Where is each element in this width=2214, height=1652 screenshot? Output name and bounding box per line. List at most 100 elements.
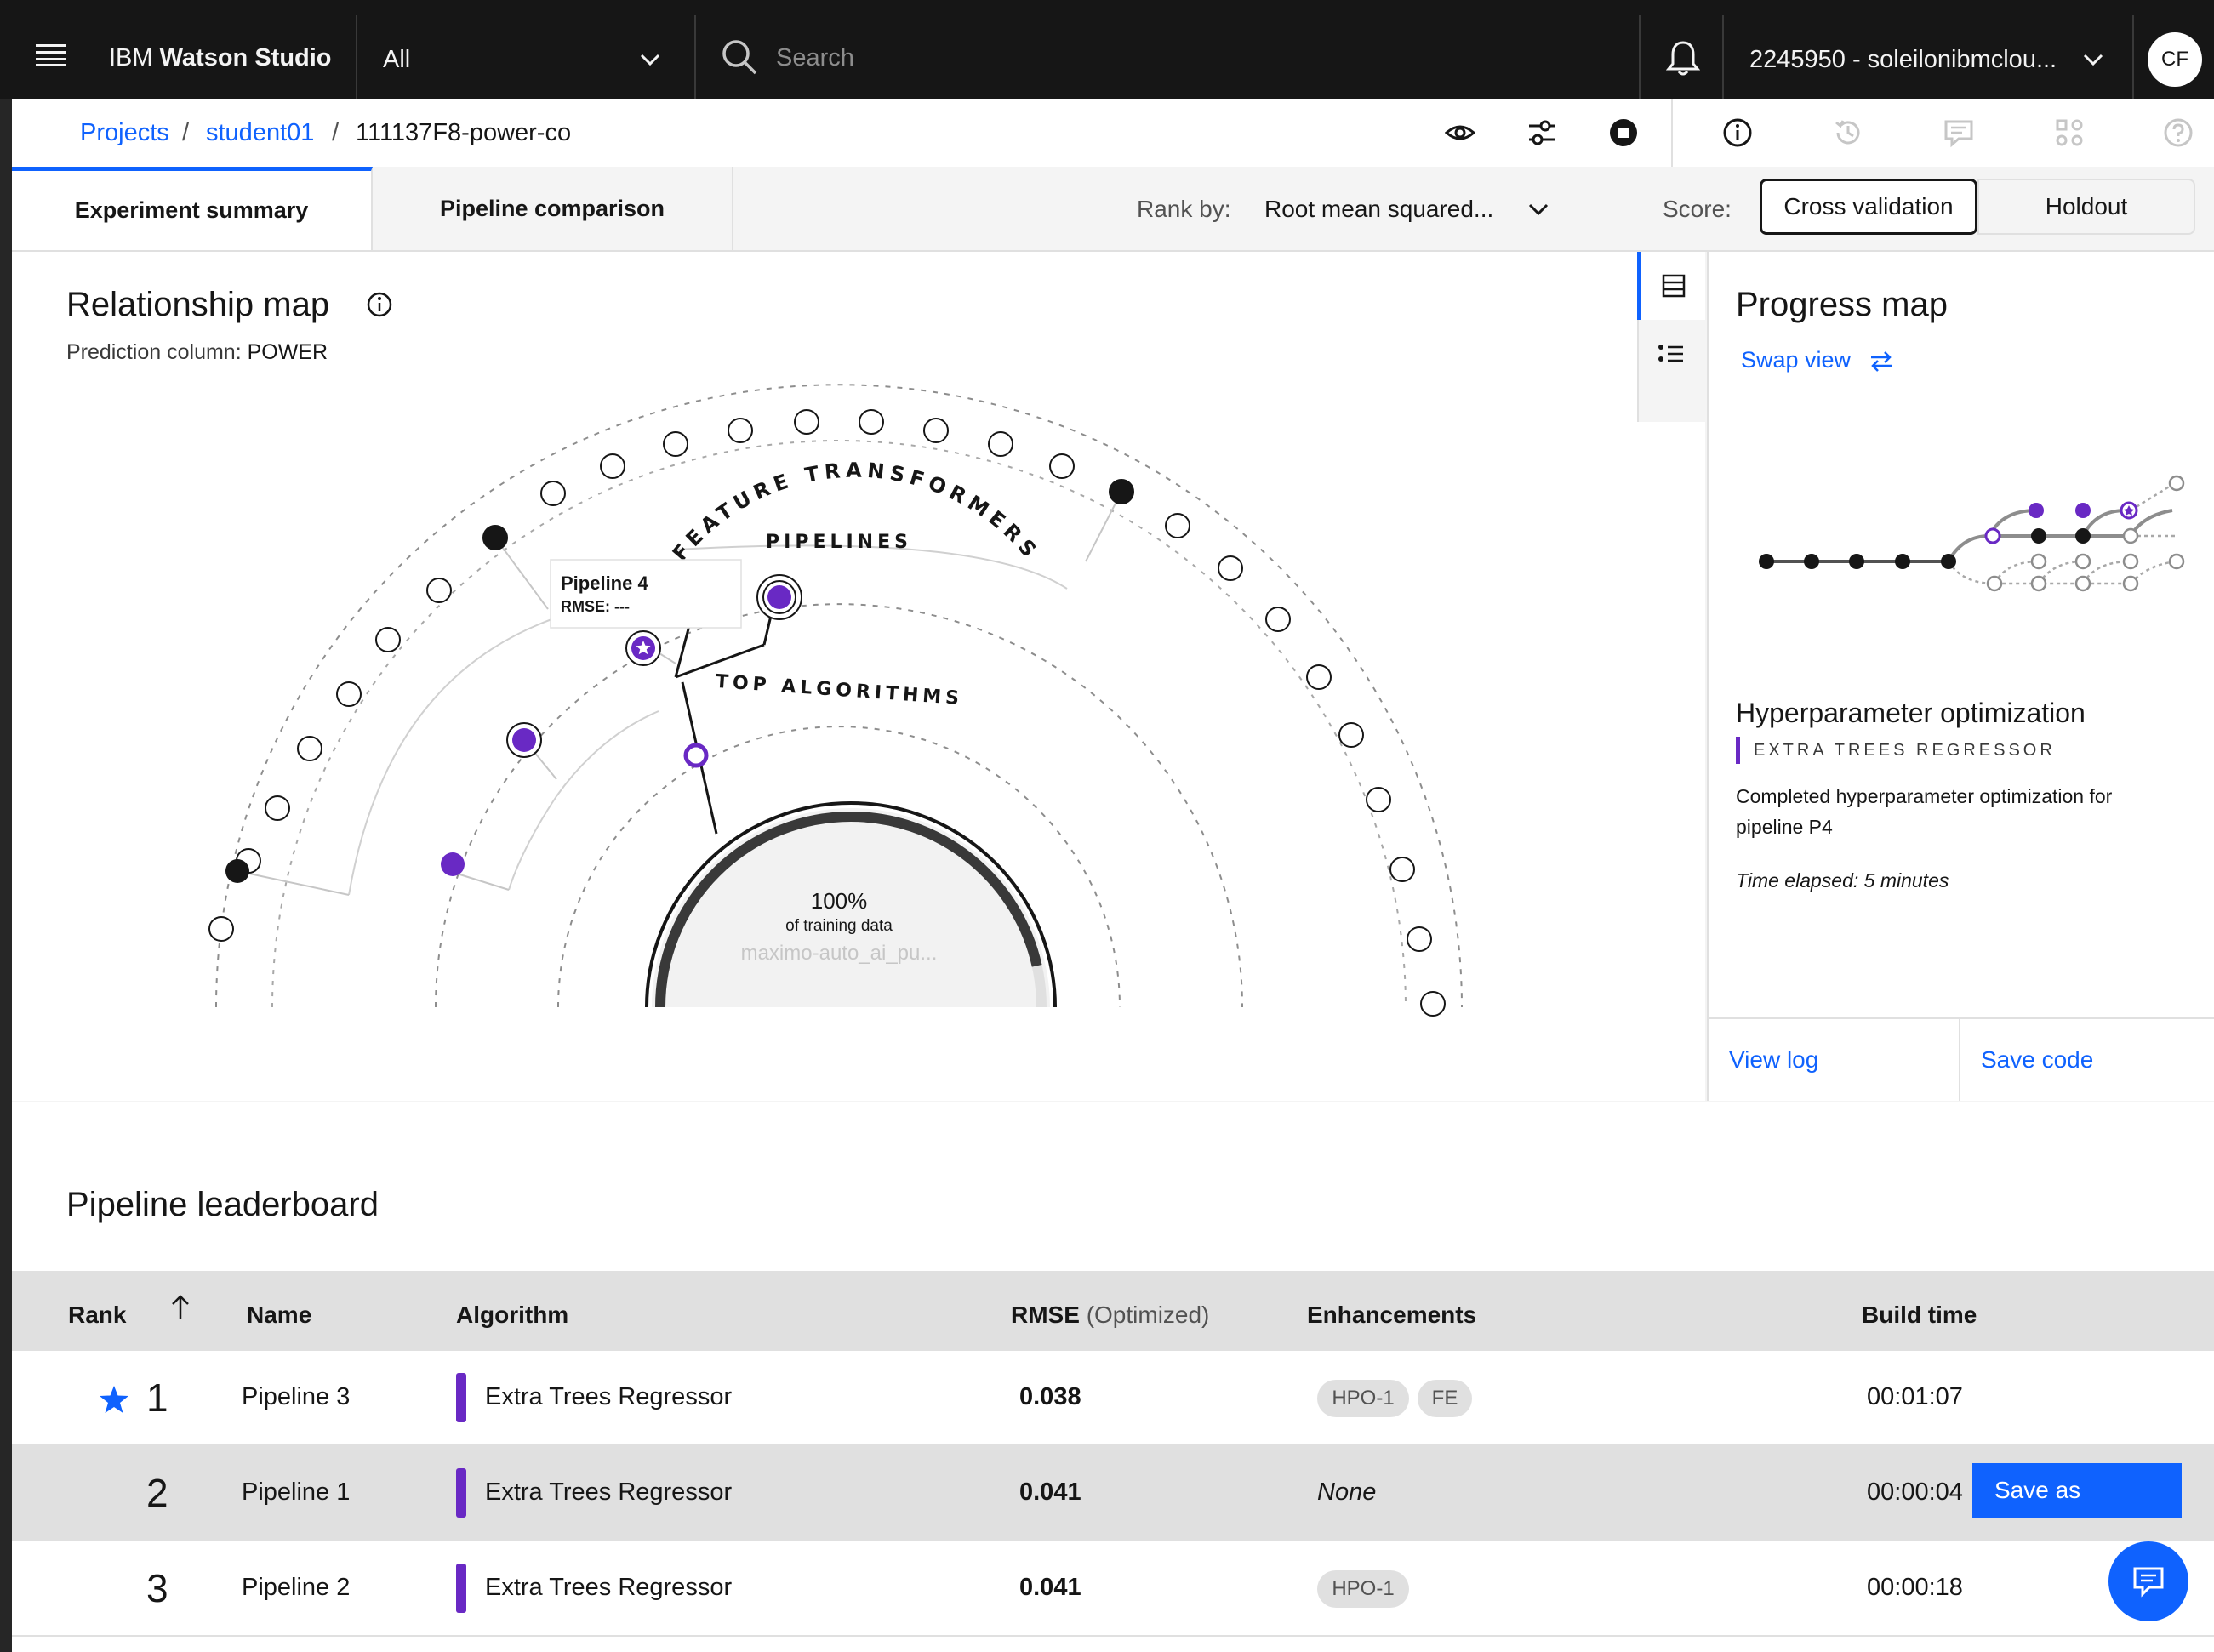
save-as-button[interactable]: Save as [1972,1463,2182,1518]
enhancement-tag: FE [1418,1380,1472,1417]
stop-icon[interactable] [1608,117,1639,152]
swap-icon [1870,350,1892,372]
rmse-value: 0.041 [1019,1574,1081,1601]
feature-transformer-node[interactable] [794,409,819,435]
pipeline-name[interactable]: Pipeline 2 [242,1574,350,1602]
column-algorithm[interactable]: Algorithm [456,1302,568,1329]
training-caption: of training data [785,917,893,935]
chat-button[interactable] [2108,1541,2188,1621]
view-icon[interactable] [1444,117,1476,152]
breadcrumb-projects[interactable]: Projects [80,119,169,147]
chevron-down-icon[interactable] [640,53,660,71]
enhancement-tag: HPO-1 [1317,1380,1409,1417]
feature-transformer-node[interactable] [923,418,949,443]
sort-ascending-icon[interactable] [168,1293,192,1324]
feature-transformer-node[interactable] [482,525,508,550]
time-elapsed: Time elapsed: 5 minutes [1736,869,1949,892]
feature-transformer-node[interactable] [728,418,753,443]
pipeline-node[interactable] [756,574,802,620]
tab-pipeline-comparison[interactable]: Pipeline comparison [373,167,733,250]
table-row[interactable]: 3 Pipeline 2 Extra Trees Regressor 0.041… [12,1541,2214,1637]
feature-transformer-node[interactable] [297,736,322,761]
map-view-button[interactable] [1637,252,1705,320]
feature-transformer-node[interactable] [1265,607,1291,632]
score-holdout[interactable]: Holdout [1977,179,2195,235]
score-option-label: Holdout [2045,193,2128,219]
app-name[interactable]: IBM Watson Studio [109,46,332,71]
relationship-map-chart: FEATURE TRANSFORMERS PIPELINES TOP ALGOR… [208,384,1463,1017]
feature-transformer-node[interactable] [988,431,1013,457]
save-as-label: Save as [1994,1477,2081,1503]
feature-transformer-node[interactable] [1218,555,1243,581]
pipeline-node[interactable] [506,722,542,758]
pipeline-node[interactable] [625,630,661,666]
feature-transformer-node[interactable] [225,859,249,883]
column-rank[interactable]: Rank [68,1302,126,1329]
column-build-time[interactable]: Build time [1862,1302,1977,1329]
build-time: 00:00:18 [1867,1574,1963,1601]
table-row[interactable]: 2 Pipeline 1 Extra Trees Regressor 0.041… [12,1446,2214,1541]
feature-transformer-node[interactable] [1420,991,1446,1017]
column-enhancements[interactable]: Enhancements [1307,1302,1476,1329]
feature-transformer-node[interactable] [1165,513,1190,538]
pipeline-node[interactable] [441,852,465,876]
breadcrumb-student01[interactable]: student01 [206,119,314,147]
algorithm-name: Extra Trees Regressor [485,1383,733,1410]
account-chevron-icon[interactable] [2083,53,2103,71]
rmse-value: 0.038 [1019,1383,1081,1410]
rank-value: 3 [146,1566,168,1610]
feature-transformer-node[interactable] [1338,722,1364,748]
feature-transformer-node[interactable] [1049,453,1075,479]
feature-transformer-node[interactable] [1407,926,1432,952]
pipeline-node[interactable] [683,743,709,768]
scope-select[interactable]: All [383,48,410,72]
score-cross-validation[interactable]: Cross validation [1760,179,1977,235]
feature-transformer-node[interactable] [663,431,688,457]
feature-transformer-node[interactable] [1109,479,1134,504]
progress-map-graph [1759,475,2185,592]
feature-transformer-node[interactable] [540,481,566,506]
feature-transformer-node[interactable] [265,795,290,821]
relationship-map-panel: Relationship map Prediction column: POWE… [12,252,1707,1101]
view-log-button[interactable]: View log [1709,1019,1960,1101]
stage-algorithm-label: EXTRA TREES REGRESSOR [1754,741,2056,760]
feature-transformer-node[interactable] [600,453,625,479]
stage-title: Hyperparameter optimization [1736,698,2086,728]
account-switcher[interactable]: 2245950 - soleilonibmclou... [1749,48,2057,72]
swap-view-link[interactable]: Swap view [1741,347,1893,373]
table-row[interactable]: 1 Pipeline 3 Extra Trees Regressor 0.038… [12,1351,2214,1446]
feature-transformer-node[interactable] [1366,787,1391,812]
column-metric[interactable]: RMSE (Optimized) [1011,1302,1209,1329]
apps-icon[interactable] [2054,117,2085,152]
save-code-button[interactable]: Save code [1960,1019,2214,1101]
feature-transformer-node[interactable] [336,681,362,707]
feature-transformer-node[interactable] [375,627,401,652]
feature-transformer-node[interactable] [208,916,234,942]
column-name[interactable]: Name [247,1302,311,1329]
history-icon[interactable] [1833,117,1863,152]
algorithm-name: Extra Trees Regressor [485,1574,733,1601]
build-time: 00:01:07 [1867,1383,1963,1410]
help-icon[interactable] [2163,117,2194,152]
pipeline-name[interactable]: Pipeline 1 [242,1478,350,1507]
feature-transformer-node[interactable] [1389,857,1415,882]
avatar[interactable]: CF [2148,32,2202,87]
feature-transformer-node[interactable] [1306,664,1332,690]
feature-transformer-node[interactable] [426,578,452,603]
feature-transformer-node[interactable] [859,409,884,435]
comment-icon[interactable] [1943,117,1974,152]
menu-icon[interactable] [36,44,66,66]
chevron-down-icon[interactable] [1528,202,1549,220]
notification-icon[interactable] [1665,39,1701,81]
settings-sliders-icon[interactable] [1526,117,1557,152]
rank-by-dropdown[interactable]: Root mean squared... [1264,196,1493,223]
info-icon[interactable] [1722,117,1753,152]
search-icon[interactable] [722,39,757,79]
list-view-button[interactable] [1637,320,1705,388]
star-icon [99,1385,129,1418]
search-input[interactable]: Search [776,46,854,71]
pipeline-name[interactable]: Pipeline 3 [242,1383,350,1411]
breadcrumb-separator: / [332,119,340,146]
column-metric-label: RMSE [1011,1302,1080,1328]
tab-experiment-summary[interactable]: Experiment summary [12,167,373,250]
